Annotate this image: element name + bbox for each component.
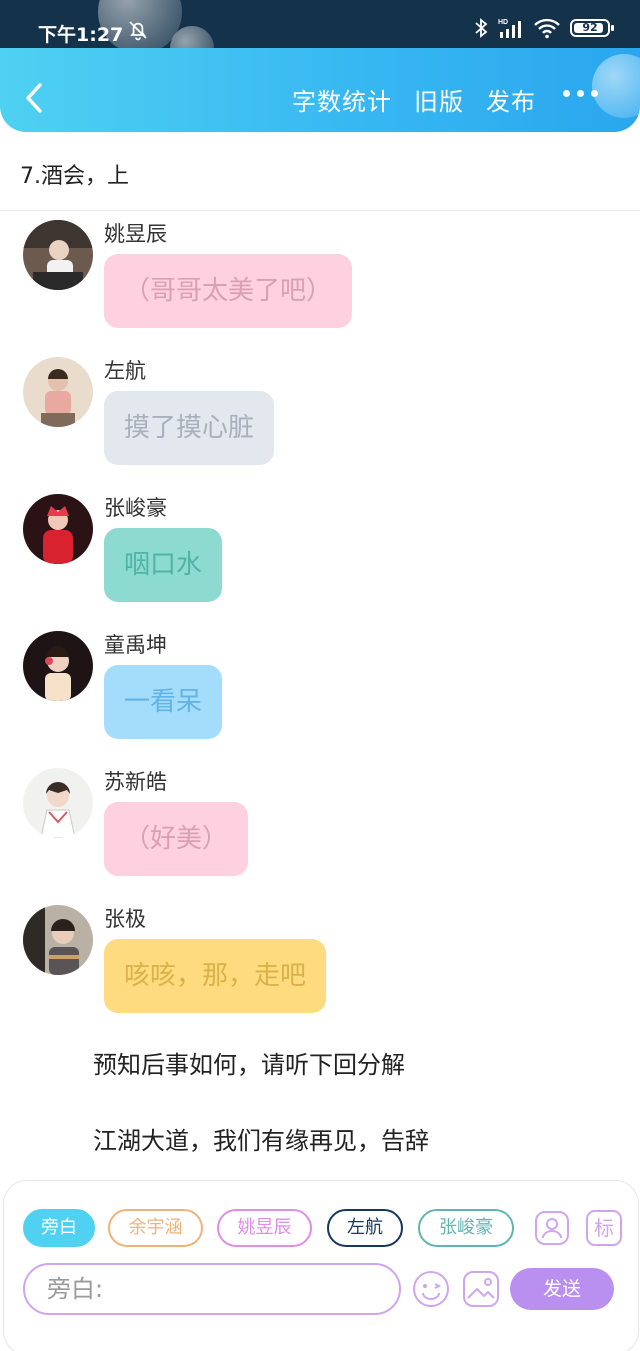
- narration-text[interactable]: 江湖大道，我们有缘再见，告辞: [93, 1121, 429, 1156]
- avatar[interactable]: [23, 768, 93, 838]
- publish-button[interactable]: 发布: [486, 82, 536, 117]
- speaker-name: 左航: [104, 359, 146, 383]
- message-bubble[interactable]: （好美）: [104, 802, 249, 876]
- narration-text[interactable]: 预知后事如何，请听下回分解: [93, 1045, 405, 1080]
- decorative-bubble: [592, 54, 640, 118]
- message-item: 张极 咳咳，那，走吧: [23, 897, 583, 1027]
- message-item: 左航 摸了摸心脏: [23, 349, 583, 479]
- message-input[interactable]: 旁白:: [23, 1263, 401, 1315]
- message-item: 童禹坤 一看呆: [23, 623, 583, 753]
- battery-level: 92: [582, 21, 598, 34]
- message-bubble[interactable]: （哥哥太美了吧）: [104, 254, 353, 328]
- avatar[interactable]: [23, 631, 93, 701]
- role-chip-character[interactable]: 姚昱辰: [217, 1209, 312, 1247]
- battery-icon: 92: [570, 19, 614, 37]
- avatar[interactable]: [23, 905, 93, 975]
- svg-text:HD: HD: [498, 19, 508, 26]
- speaker-name: 张峻豪: [104, 496, 167, 520]
- wifi-icon: [534, 18, 560, 39]
- word-count-button[interactable]: 字数统计: [292, 82, 392, 117]
- old-version-button[interactable]: 旧版: [414, 82, 464, 117]
- chapter-title[interactable]: 7.酒会，上: [20, 158, 129, 190]
- divider: [0, 210, 640, 211]
- status-time: 下午1:27: [38, 24, 124, 46]
- avatar[interactable]: [23, 220, 93, 290]
- message-bubble[interactable]: 一看呆: [104, 665, 223, 739]
- bluetooth-icon: [475, 18, 488, 38]
- bell-off-icon: [129, 21, 147, 41]
- chevron-left-icon[interactable]: [22, 82, 46, 114]
- speaker-name: 姚昱辰: [104, 222, 167, 246]
- role-chip-character[interactable]: 张峻豪: [418, 1209, 514, 1247]
- message-bubble[interactable]: 咳咳，那，走吧: [104, 939, 327, 1013]
- role-chip-character[interactable]: 余宇涵: [108, 1209, 203, 1247]
- speaker-name: 张极: [104, 907, 146, 931]
- user-role-icon[interactable]: [534, 1210, 570, 1246]
- tag-icon[interactable]: 标: [586, 1210, 622, 1246]
- message-bubble[interactable]: 咽口水: [104, 528, 223, 602]
- signal-icon: HD: [498, 19, 521, 38]
- status-bar: 下午1:27 HD 92: [0, 0, 640, 48]
- message-item: 姚昱辰 （哥哥太美了吧）: [23, 212, 583, 342]
- send-button[interactable]: 发送: [510, 1268, 614, 1310]
- message-item: 张峻豪 咽口水: [23, 486, 583, 616]
- emoji-icon[interactable]: [412, 1270, 450, 1308]
- more-dots-icon[interactable]: [563, 90, 598, 97]
- role-chip-character[interactable]: 左航: [327, 1209, 403, 1247]
- top-navigation-bar: 字数统计 旧版 发布: [0, 48, 640, 132]
- avatar[interactable]: [23, 357, 93, 427]
- speaker-name: 童禹坤: [104, 633, 167, 657]
- avatar[interactable]: [23, 494, 93, 564]
- speaker-name: 苏新皓: [104, 770, 167, 794]
- role-chip-narrator[interactable]: 旁白: [23, 1209, 95, 1247]
- message-bubble[interactable]: 摸了摸心脏: [104, 391, 275, 465]
- image-icon[interactable]: [462, 1270, 500, 1308]
- message-item: 苏新皓 （好美）: [23, 760, 583, 890]
